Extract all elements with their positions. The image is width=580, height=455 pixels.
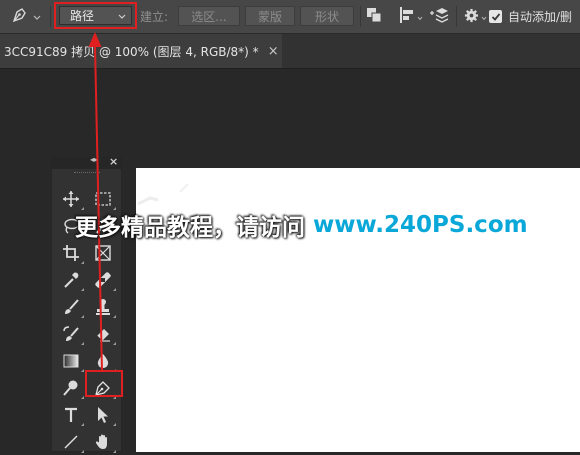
watermark-banner: 更多精品教程，请访问 www.240PS.com: [75, 210, 528, 241]
watermark-url: www.240PS.com: [313, 212, 528, 238]
watermark-text: 更多精品教程，请访问: [75, 215, 305, 241]
